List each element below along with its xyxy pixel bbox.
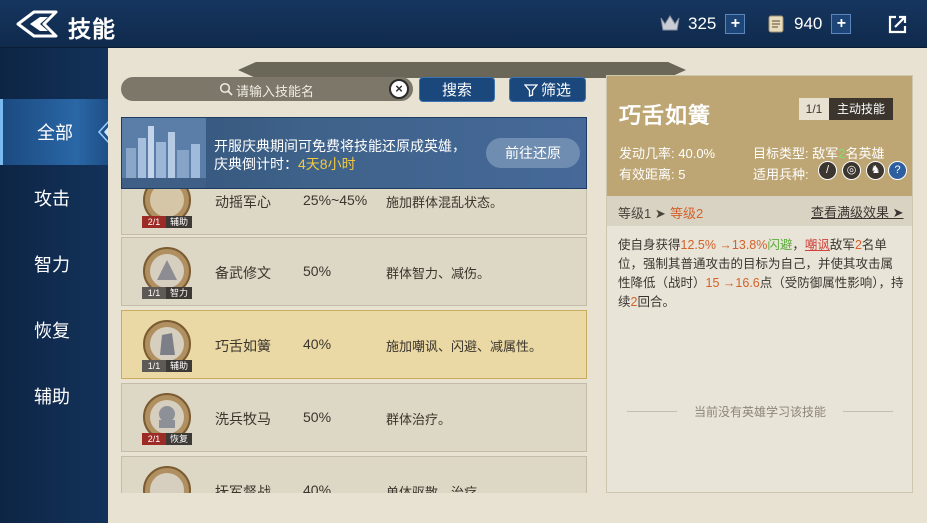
horse-icon: ♞	[866, 161, 885, 180]
skill-rate: 50%	[303, 263, 332, 279]
target-icon: ◎	[842, 161, 861, 180]
skill-icon	[143, 466, 191, 493]
back-button[interactable]	[14, 8, 60, 40]
add-resource-2-button[interactable]: +	[831, 14, 852, 34]
skill-detail-title: 巧舌如簧	[619, 103, 712, 128]
skill-row[interactable]: 抚军督战 40% 单体驱散、治疗	[121, 456, 587, 493]
skill-detail-header: 巧舌如簧 1/1 主动技能 发动几率: 40.0% 有效距离: 5 目标类型: …	[607, 76, 912, 196]
tab-attack[interactable]: 攻击	[0, 165, 108, 231]
filter-icon	[523, 83, 538, 97]
add-resource-1-button[interactable]: +	[725, 14, 746, 34]
filter-button-label: 筛选	[540, 82, 571, 99]
level-bar: 等级1 ➤ 等级2 查看满级效果 ➤	[607, 196, 912, 226]
resource-2-count: 940	[794, 14, 823, 33]
tab-intelligence-label: 智力	[34, 255, 70, 275]
tab-recovery[interactable]: 恢复	[0, 297, 108, 363]
skill-desc: 群体智力、减伤。	[386, 266, 491, 281]
tab-recovery-label: 恢复	[34, 321, 70, 341]
skill-name: 备武修文	[215, 265, 271, 281]
share-icon	[888, 15, 907, 34]
unit-type-label: 适用兵种:	[753, 167, 809, 182]
countdown-value: 4天8小时	[298, 156, 356, 172]
resource-1-count: 325	[688, 14, 717, 33]
view-max-level-link[interactable]: 查看满级效果 ➤	[811, 202, 904, 221]
skill-list: 2/1 辅助 动摇军心 25%~45% 施加群体混乱状态。 1/1 智力 备武修文 …	[121, 189, 589, 493]
effective-range: 有效距离: 5	[619, 167, 686, 182]
no-hero-notice: 当前没有英雄学习该技能	[627, 403, 893, 420]
skill-rate: 25%~45%	[303, 192, 368, 208]
category-sidebar: 全部 攻击 智力 恢复 辅助	[0, 48, 121, 523]
trigger-rate: 发动几率: 40.0%	[619, 146, 716, 161]
search-button-label: 搜索	[441, 82, 472, 99]
search-placeholder: 请输入技能名	[236, 84, 315, 99]
scroll-icon	[764, 12, 788, 36]
search-icon	[219, 82, 233, 96]
share-button[interactable]	[887, 13, 909, 35]
tab-intelligence[interactable]: 智力	[0, 231, 108, 297]
skill-name: 抚军督战	[215, 484, 271, 493]
level-next: 等级2	[670, 206, 704, 221]
skill-desc: 群体治疗。	[386, 412, 452, 427]
filter-button[interactable]: 筛选	[509, 77, 586, 102]
resource-1: 325 +	[658, 12, 746, 36]
promo-text-line1: 开服庆典期间可免费将技能还原成英雄，	[214, 138, 466, 154]
countdown-label: 庆典倒计时：	[214, 156, 298, 172]
skill-level-badge: 2/1 辅助	[142, 216, 192, 228]
skill-detail-panel: 巧舌如簧 1/1 主动技能 发动几率: 40.0% 有效距离: 5 目标类型: …	[606, 75, 913, 493]
level-current: 等级1 ➤	[618, 206, 666, 221]
promo-banner: 开服庆典期间可免费将技能还原成英雄， 庆典倒计时：4天8小时 前往还原	[121, 117, 587, 189]
skill-kind-badge: 1/1 主动技能	[799, 98, 893, 120]
go-restore-button[interactable]: 前往还原	[486, 138, 580, 168]
skill-rate: 40%	[303, 336, 332, 352]
skill-effect-description: 使自身获得12.5% →13.8%闪避，嘲讽敌军2名单位，强制其普通攻击的目标为…	[618, 238, 904, 309]
tab-support-label: 辅助	[34, 387, 70, 407]
search-input[interactable]: 请输入技能名 ×	[121, 77, 413, 101]
tab-attack-label: 攻击	[34, 189, 70, 209]
skill-rate: 40%	[303, 482, 332, 493]
promo-text-line2: 庆典倒计时：4天8小时	[214, 154, 356, 174]
skill-name: 动摇军心	[215, 194, 271, 210]
top-bar: 技能 325 + 940 +	[0, 0, 927, 48]
skill-desc: 施加群体混乱状态。	[386, 195, 504, 210]
skill-name: 巧舌如簧	[215, 338, 271, 354]
resource-2: 940 +	[764, 12, 852, 36]
search-button[interactable]: 搜索	[419, 77, 495, 102]
skill-row[interactable]: 1/1 智力 备武修文 50% 群体智力、减伤。	[121, 237, 587, 306]
target-type: 目标类型: 敌军2名英雄	[753, 146, 885, 161]
help-icon[interactable]: ?	[888, 161, 907, 180]
city-skyline-image	[122, 118, 206, 188]
skill-level-badge: 1/1 智力	[142, 287, 192, 299]
go-restore-label: 前往还原	[505, 145, 561, 161]
tab-all-label: 全部	[37, 123, 73, 143]
skill-row[interactable]: 2/1 辅助 动摇军心 25%~45% 施加群体混乱状态。	[121, 189, 587, 235]
skill-row-selected[interactable]: 1/1 辅助 巧舌如簧 40% 施加嘲讽、闪避、减属性。	[121, 310, 587, 379]
skill-row[interactable]: 2/1 恢复 洗兵牧马 50% 群体治疗。	[121, 383, 587, 452]
back-arrow-icon	[16, 10, 58, 38]
skill-level-badge: 1/1 辅助	[142, 360, 192, 372]
tab-all[interactable]: 全部	[0, 99, 121, 165]
tab-support[interactable]: 辅助	[0, 363, 108, 429]
clear-search-button[interactable]: ×	[389, 79, 409, 99]
skill-name: 洗兵牧马	[215, 411, 271, 427]
skill-desc: 施加嘲讽、闪避、减属性。	[386, 339, 543, 354]
skill-rate: 50%	[303, 409, 332, 425]
skill-level-badge: 2/1 恢复	[142, 433, 192, 445]
helmet-icon	[658, 12, 682, 36]
skill-desc: 单体驱散、治疗	[386, 485, 478, 493]
page-title: 技能	[68, 16, 116, 42]
sword-icon: /	[818, 161, 837, 180]
